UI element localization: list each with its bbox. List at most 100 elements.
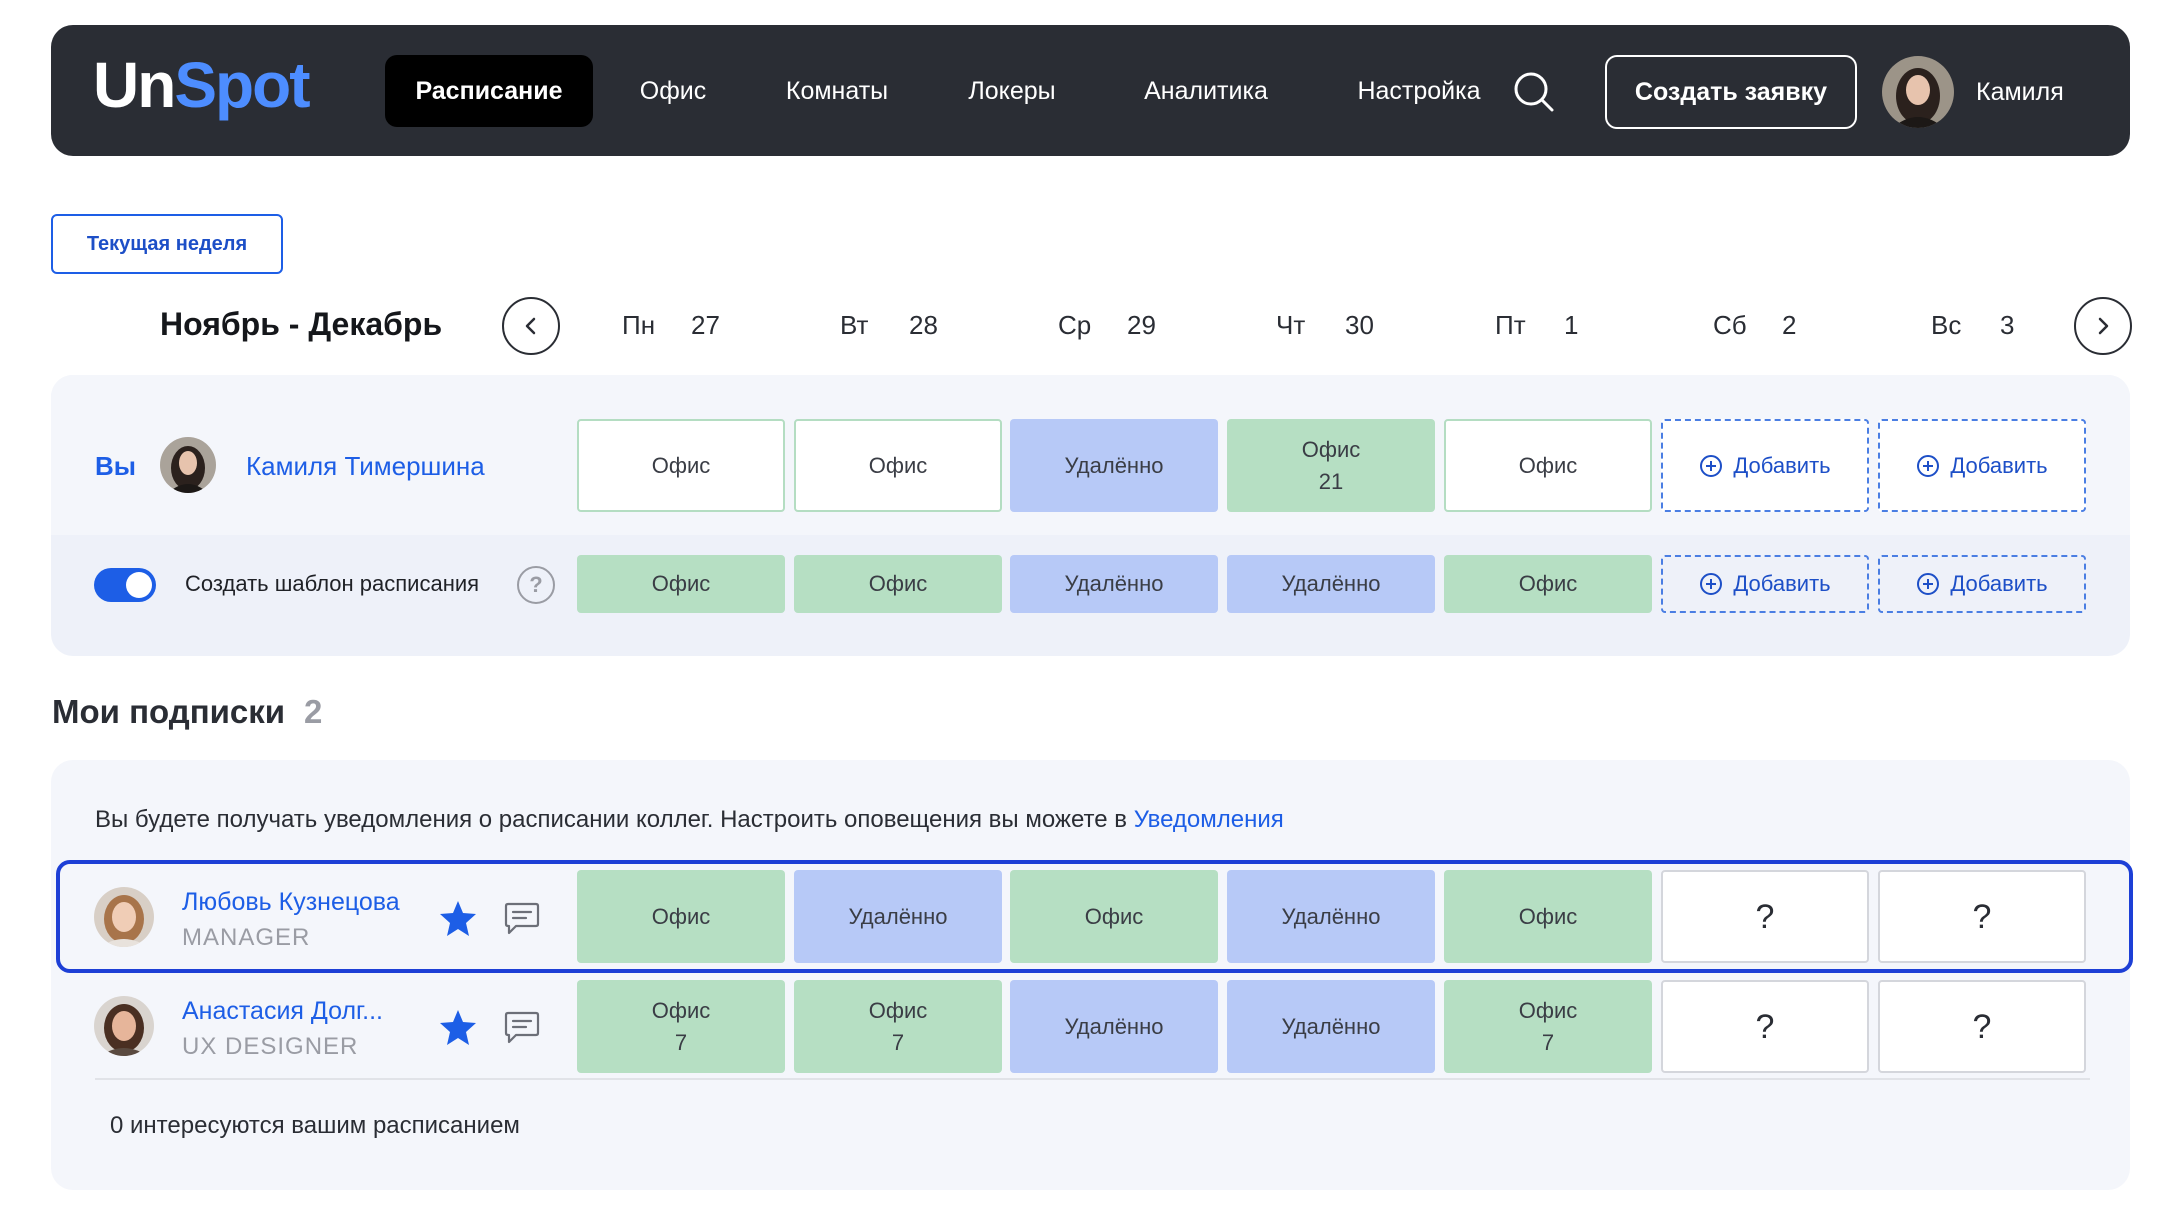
day-number: 3 xyxy=(2000,310,2015,340)
day-name: Вс xyxy=(1931,310,1962,340)
chat-icon[interactable] xyxy=(502,1007,542,1047)
subscription-name-link[interactable]: Любовь Кузнецова xyxy=(182,888,400,917)
my-schedule-cell-thu[interactable]: Офис 21 xyxy=(1227,419,1435,512)
help-icon[interactable]: ? xyxy=(517,566,555,604)
my-avatar xyxy=(160,437,216,493)
subscription-cell-sat[interactable]: ? xyxy=(1661,870,1869,963)
day-name: Сб xyxy=(1713,310,1747,340)
day-number: 29 xyxy=(1127,310,1156,340)
day-name: Чт xyxy=(1276,310,1306,340)
plus-circle-icon xyxy=(1917,573,1940,595)
my-schedule-panel xyxy=(51,375,2130,656)
cell-label: Офис xyxy=(1518,452,1578,478)
cell-label: Офис xyxy=(1084,903,1144,929)
subscriptions-count: 2 xyxy=(304,693,323,730)
day-number: 30 xyxy=(1345,310,1374,340)
template-cell-wed[interactable]: Удалённо xyxy=(1010,555,1218,613)
day-number: 1 xyxy=(1564,310,1579,340)
template-cell-mon[interactable]: Офис xyxy=(577,555,785,613)
current-week-button[interactable]: Текущая неделя xyxy=(51,214,283,274)
subscription-cell-tue[interactable]: Офис 7 xyxy=(794,980,1002,1073)
subscription-cell-fri[interactable]: Офис 7 xyxy=(1444,980,1652,1073)
cell-label: ? xyxy=(1972,1007,1992,1046)
schedule-template-label: Создать шаблон расписания xyxy=(185,571,480,596)
day-name: Пн xyxy=(622,310,656,340)
cell-label: Офис xyxy=(1518,903,1578,929)
template-add-button-sun[interactable]: Добавить xyxy=(1878,555,2086,613)
nav-item-office[interactable]: Офис xyxy=(613,55,733,127)
user-profile-menu[interactable]: Камиля xyxy=(1882,55,2064,129)
subscription-cell-sun[interactable]: ? xyxy=(1878,980,2086,1073)
create-request-button[interactable]: Создать заявку xyxy=(1605,55,1857,129)
cell-label: ? xyxy=(1972,897,1992,936)
nav-item-lockers[interactable]: Локеры xyxy=(937,55,1087,127)
my-schedule-cell-mon[interactable]: Офис xyxy=(577,419,785,512)
subscription-role: UX DESIGNER xyxy=(182,1033,359,1060)
cell-label: Офис xyxy=(1518,997,1578,1023)
logo-text-un: Un xyxy=(93,49,176,121)
day-name: Пт xyxy=(1495,310,1526,340)
my-schedule-cell-fri[interactable]: Офис xyxy=(1444,419,1652,512)
day-name: Ср xyxy=(1058,310,1092,340)
subscription-name-link[interactable]: Анастасия Долг... xyxy=(182,997,383,1026)
cell-label: Офис xyxy=(651,452,711,478)
add-schedule-button-sun[interactable]: Добавить xyxy=(1878,419,2086,512)
chat-icon[interactable] xyxy=(502,898,542,938)
cell-label: ? xyxy=(1755,897,1775,936)
subscription-cell-mon[interactable]: Офис xyxy=(577,870,785,963)
my-schedule-cell-wed[interactable]: Удалённо xyxy=(1010,419,1218,512)
notice-text: Вы будете получать уведомления о расписа… xyxy=(95,806,1134,833)
cell-label: Удалённо xyxy=(1281,903,1381,929)
unspot-logo[interactable]: UnSpot xyxy=(93,53,311,117)
template-cell-thu[interactable]: Удалённо xyxy=(1227,555,1435,613)
chevron-left-icon[interactable] xyxy=(502,297,560,355)
plus-circle-icon xyxy=(1917,454,1940,477)
subscription-cell-thu[interactable]: Удалённо xyxy=(1227,980,1435,1073)
logo-text-spot: Spot xyxy=(174,49,310,121)
cell-label: Удалённо xyxy=(1281,571,1381,596)
cell-label: Офис xyxy=(868,997,928,1023)
template-cell-tue[interactable]: Офис xyxy=(794,555,1002,613)
add-label: Добавить xyxy=(1733,571,1831,596)
cell-label: Офис xyxy=(651,571,711,596)
cell-sub-count: 21 xyxy=(1318,468,1344,494)
subscription-cell-fri[interactable]: Офис xyxy=(1444,870,1652,963)
subscription-cell-thu[interactable]: Удалённо xyxy=(1227,870,1435,963)
subscription-cell-tue[interactable]: Удалённо xyxy=(794,870,1002,963)
cell-label: Офис xyxy=(868,571,928,596)
add-label: Добавить xyxy=(1950,452,2048,478)
cell-label: Офис xyxy=(1301,436,1361,462)
add-label: Добавить xyxy=(1733,452,1831,478)
subscription-avatar xyxy=(94,996,154,1056)
my-name-link[interactable]: Камиля Тимершина xyxy=(246,451,485,482)
star-icon[interactable] xyxy=(438,898,478,938)
subscription-cell-wed[interactable]: Офис xyxy=(1010,870,1218,963)
nav-item-rooms[interactable]: Комнаты xyxy=(757,55,917,127)
my-schedule-cell-tue[interactable]: Офис xyxy=(794,419,1002,512)
subscription-cell-sun[interactable]: ? xyxy=(1878,870,2086,963)
nav-item-schedule[interactable]: Расписание xyxy=(385,55,593,127)
cell-label: Удалённо xyxy=(848,903,948,929)
nav-item-settings[interactable]: Настройка xyxy=(1319,55,1519,127)
schedule-template-toggle[interactable] xyxy=(94,568,156,602)
star-icon[interactable] xyxy=(438,1007,478,1047)
subscription-role: MANAGER xyxy=(182,924,311,951)
cell-sub-count: 7 xyxy=(674,1029,688,1055)
subscription-cell-sat[interactable]: ? xyxy=(1661,980,1869,1073)
cell-sub-count: 7 xyxy=(1541,1029,1555,1055)
cell-label: Офис xyxy=(1518,571,1578,596)
subscription-cell-mon[interactable]: Офис 7 xyxy=(577,980,785,1073)
chevron-right-icon[interactable] xyxy=(2074,297,2132,355)
cell-label: Удалённо xyxy=(1064,452,1164,478)
template-add-button-sat[interactable]: Добавить xyxy=(1661,555,1869,613)
cell-label: Удалённо xyxy=(1064,571,1164,596)
search-icon[interactable] xyxy=(1513,71,1555,113)
subscription-cell-wed[interactable]: Удалённо xyxy=(1010,980,1218,1073)
add-schedule-button-sat[interactable]: Добавить xyxy=(1661,419,1869,512)
template-cell-fri[interactable]: Офис xyxy=(1444,555,1652,613)
cell-label: Удалённо xyxy=(1064,1013,1164,1039)
notifications-link[interactable]: Уведомления xyxy=(1134,806,1284,833)
row-divider xyxy=(95,1078,2090,1080)
top-navigation-bar: UnSpot Расписание Офис Комнаты Локеры Ан… xyxy=(51,25,2130,156)
nav-item-analytics[interactable]: Аналитика xyxy=(1111,55,1301,127)
